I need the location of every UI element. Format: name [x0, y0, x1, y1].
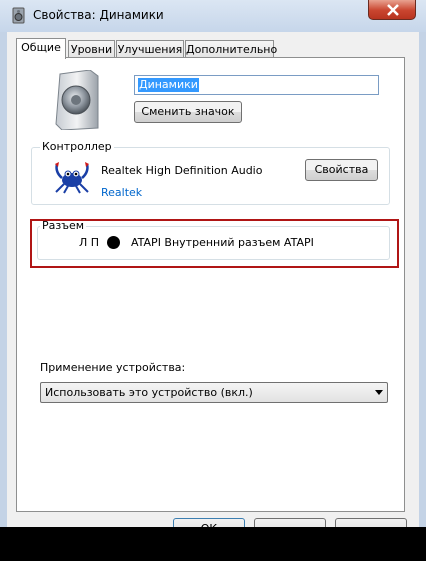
device-usage-select[interactable]: Использовать это устройство (вкл.)	[40, 382, 388, 403]
device-usage-label: Применение устройства:	[40, 361, 186, 374]
tab-label: Общие	[21, 41, 61, 54]
close-button[interactable]	[368, 0, 416, 20]
tab-advanced[interactable]: Дополнительно	[185, 40, 278, 58]
jack-color-dot	[107, 236, 120, 249]
properties-window: Свойства: Динамики Общие Уровни Улучшени…	[0, 0, 426, 527]
ok-button[interactable]: ОК	[173, 518, 245, 527]
title-bar[interactable]: Свойства: Динамики	[0, 0, 426, 32]
cancel-button[interactable]	[254, 518, 326, 527]
jack-description: ATAPI Внутренний разъем ATAPI	[131, 236, 314, 249]
chevron-down-icon	[375, 390, 383, 395]
device-name-input[interactable]: Динамики	[134, 75, 379, 95]
tab-label: Уровни	[70, 43, 113, 56]
tab-label: Дополнительно	[186, 43, 278, 56]
jack-channels: Л П	[79, 236, 100, 249]
speaker-icon	[55, 70, 99, 130]
tab-general[interactable]: Общие	[16, 38, 66, 59]
apply-button[interactable]	[335, 518, 407, 527]
close-icon	[387, 4, 399, 16]
controller-group-title: Контроллер	[40, 140, 114, 153]
tab-enhancements[interactable]: Улучшения	[116, 40, 184, 58]
controller-properties-button[interactable]: Свойства	[305, 159, 378, 181]
change-icon-button[interactable]: Сменить значок	[134, 101, 242, 123]
window-title: Свойства: Динамики	[33, 8, 164, 22]
realtek-link[interactable]: Realtek	[101, 186, 142, 199]
tab-levels[interactable]: Уровни	[68, 40, 115, 58]
controller-name: Realtek High Definition Audio	[101, 164, 263, 177]
speaker-small-icon	[12, 7, 25, 24]
screenshot-crop-band	[0, 527, 426, 561]
device-usage-value: Использовать это устройство (вкл.)	[45, 386, 253, 399]
realtek-crab-icon	[55, 162, 89, 194]
tab-label: Улучшения	[117, 43, 183, 56]
device-name-value: Динамики	[138, 78, 199, 92]
